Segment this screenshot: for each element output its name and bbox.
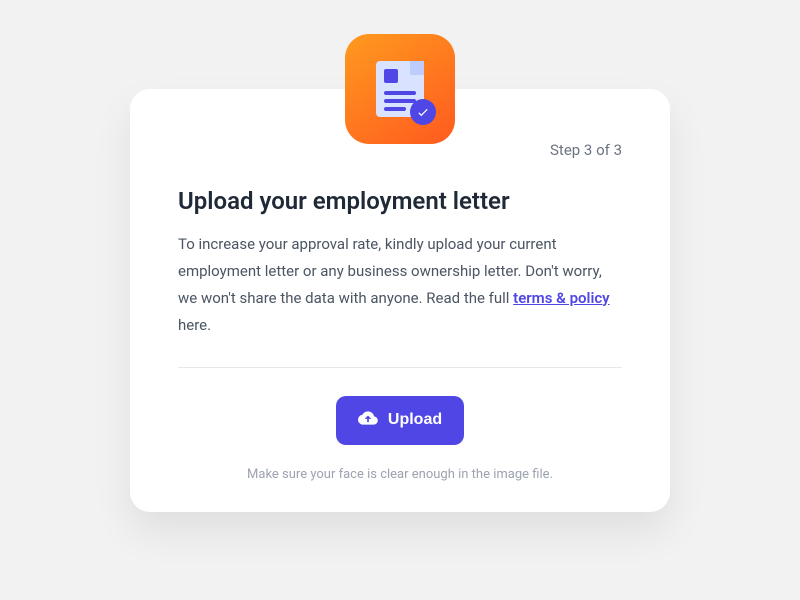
cloud-upload-icon [358,408,378,433]
upload-card: Step 3 of 3 Upload your employment lette… [130,89,670,512]
checkmark-badge-icon [410,99,436,125]
upload-button[interactable]: Upload [336,396,464,445]
divider [178,367,622,368]
terms-policy-link[interactable]: terms & policy [513,289,609,307]
description-suffix: here. [178,316,211,334]
description: To increase your approval rate, kindly u… [178,231,622,339]
document-verified-icon [345,34,455,144]
hint-text: Make sure your face is clear enough in t… [178,467,622,482]
page-title: Upload your employment letter [178,187,622,215]
upload-button-label: Upload [388,411,442,429]
